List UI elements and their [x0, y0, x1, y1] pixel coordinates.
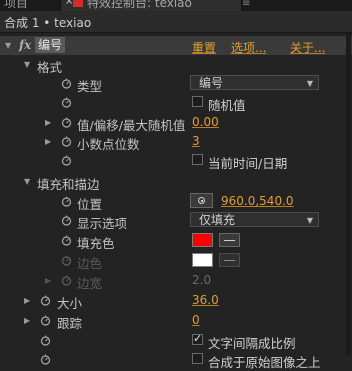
prop-fill-color-row: 填充色: [0, 231, 352, 251]
expand-triangle-icon[interactable]: ▶: [24, 291, 30, 310]
prop-size-label: 大小: [57, 296, 83, 311]
decimals-value[interactable]: 3: [192, 134, 200, 148]
display-options-value: 仅填充: [199, 213, 236, 227]
prop-tracking-row: ▶ 跟踪 0: [0, 311, 352, 331]
stopwatch-icon[interactable]: [61, 78, 72, 89]
collapse-triangle-icon[interactable]: ▼: [5, 36, 11, 55]
effect-header-row[interactable]: ▼ fx 编号 重置 选项... 关于...: [0, 36, 352, 55]
size-value[interactable]: 36.0: [192, 293, 219, 307]
stopwatch-icon[interactable]: [61, 196, 72, 207]
close-icon[interactable]: ×: [65, 0, 73, 7]
tab-strip: 项目 × 特效控制台: texiao ≡: [0, 0, 352, 11]
stopwatch-icon[interactable]: [61, 275, 72, 286]
stopwatch-icon[interactable]: [61, 117, 72, 128]
stroke-width-value[interactable]: 2.0: [192, 273, 211, 287]
options-button[interactable]: 选项...: [231, 39, 266, 56]
proportional-spacing-checkbox[interactable]: [192, 332, 203, 345]
prop-position-row: 位置 960.0,540.0: [0, 192, 352, 212]
fill-color-swatch[interactable]: [192, 233, 213, 247]
expand-triangle-icon[interactable]: ▶: [24, 311, 30, 330]
group-fill-stroke-row[interactable]: ▼ 填充和描边: [0, 172, 352, 192]
random-checkbox[interactable]: [192, 96, 203, 107]
group-fill-stroke-label: 填充和描边: [37, 177, 100, 192]
reset-button[interactable]: 重置: [192, 39, 216, 56]
type-select[interactable]: 编号 ▼: [190, 75, 319, 90]
position-value[interactable]: 960.0,540.0: [221, 194, 294, 208]
prop-size-row: ▶ 大小 36.0: [0, 291, 352, 311]
prop-current-time-row: 当前时间/日期: [0, 151, 352, 171]
prop-stroke-color-label: 边色: [77, 256, 103, 271]
chevron-down-icon: ▼: [306, 216, 313, 225]
prop-decimals-row: ▶ 小数点位数 3: [0, 132, 352, 152]
stopwatch-icon[interactable]: [61, 235, 72, 246]
expand-triangle-icon[interactable]: ▶: [45, 113, 51, 132]
fx-icon[interactable]: fx: [19, 38, 31, 52]
stopwatch-icon[interactable]: [40, 335, 51, 346]
collapse-triangle-icon[interactable]: ▼: [24, 55, 30, 74]
group-format-row[interactable]: ▼ 格式: [0, 55, 352, 75]
prop-composite-row: 合成于原始图像之上: [0, 350, 352, 370]
stopwatch-icon[interactable]: [40, 295, 51, 306]
offset-value[interactable]: 0.00: [192, 115, 219, 129]
prop-stroke-width-row: ▶ 边宽 2.0: [0, 271, 352, 291]
tab-effect-controls[interactable]: × 特效控制台: texiao: [60, 0, 242, 11]
stopwatch-icon[interactable]: [61, 136, 72, 147]
prop-type-row: 类型 编号 ▼: [0, 74, 352, 94]
expand-triangle-icon[interactable]: ▶: [45, 132, 51, 151]
type-select-value: 编号: [199, 76, 224, 90]
prop-offset-row: ▶ 值/偏移/最大随机值 0.00: [0, 113, 352, 133]
prop-random-row: 随机值: [0, 93, 352, 113]
chevron-down-icon: ▼: [306, 79, 313, 88]
prop-tracking-label: 跟踪: [57, 316, 83, 331]
display-options-select[interactable]: 仅填充 ▼: [190, 212, 319, 227]
scrollbar[interactable]: [346, 33, 351, 355]
tab-effect-controls-label: 特效控制台: texiao: [87, 0, 192, 10]
stopwatch-icon[interactable]: [40, 315, 51, 326]
prop-proportional-spacing-row: 文字间隔成比例: [0, 331, 352, 351]
prop-stroke-color-row: 边色: [0, 251, 352, 271]
panel-title-bar: 合成 1 • texiao: [0, 11, 352, 33]
stopwatch-icon[interactable]: [40, 354, 51, 365]
lock-icon[interactable]: [73, 0, 83, 7]
eyedropper-icon[interactable]: [219, 253, 240, 267]
tracking-value[interactable]: 0: [192, 313, 200, 327]
effect-name[interactable]: 编号: [35, 37, 66, 53]
prop-fill-color-label: 填充色: [77, 236, 115, 251]
collapse-triangle-icon[interactable]: ▼: [24, 172, 30, 191]
random-checkbox-label: 随机值: [208, 98, 246, 113]
stopwatch-icon[interactable]: [61, 97, 72, 108]
stopwatch-icon[interactable]: [61, 255, 72, 266]
panel-menu-icon[interactable]: ≡: [242, 0, 250, 9]
stopwatch-icon[interactable]: [61, 155, 72, 166]
eyedropper-icon[interactable]: [219, 233, 240, 247]
panel-title: 合成 1 • texiao: [4, 16, 92, 30]
crosshair-icon[interactable]: [190, 193, 213, 208]
stroke-color-swatch[interactable]: [192, 253, 213, 267]
about-button[interactable]: 关于...: [290, 39, 325, 56]
prop-stroke-width-label: 边宽: [77, 276, 103, 291]
prop-display-options-row: 显示选项 仅填充 ▼: [0, 211, 352, 231]
tab-project[interactable]: 项目: [4, 0, 28, 11]
prop-display-options-label: 显示选项: [77, 216, 128, 231]
stopwatch-icon[interactable]: [61, 215, 72, 226]
expand-triangle-icon[interactable]: ▶: [45, 271, 51, 290]
current-time-checkbox[interactable]: [192, 154, 203, 165]
current-time-checkbox-label: 当前时间/日期: [208, 156, 288, 171]
